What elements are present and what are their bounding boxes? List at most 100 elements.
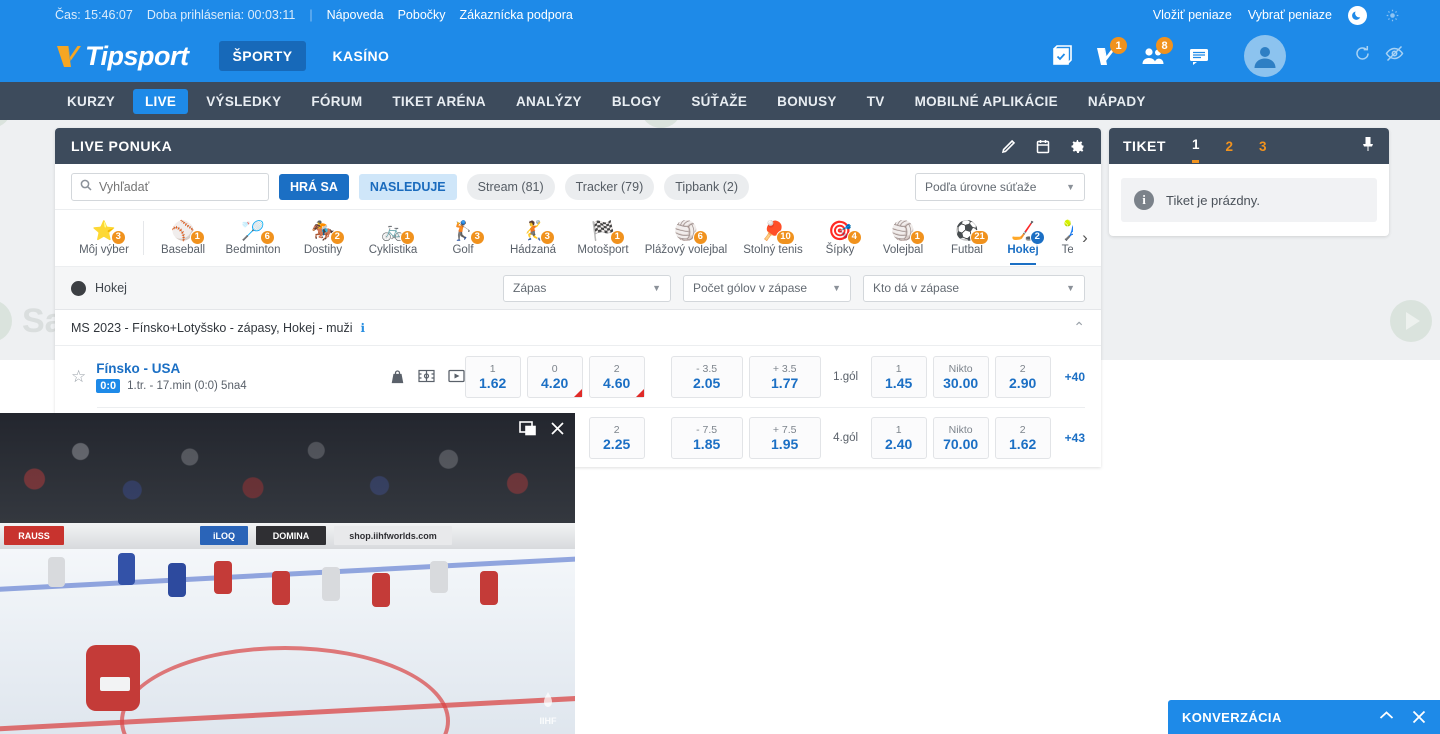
- eye-off-icon[interactable]: [1385, 45, 1404, 67]
- market-select-zapas[interactable]: Zápas ▼: [503, 274, 671, 302]
- help-link[interactable]: Nápoveda: [327, 8, 384, 22]
- badge-count: 8: [1156, 37, 1173, 54]
- odd-button[interactable]: 2 2.90: [994, 356, 1051, 398]
- nav-item-tv[interactable]: TV: [855, 89, 897, 114]
- sun-icon[interactable]: [1383, 6, 1402, 25]
- chat-icon[interactable]: [1186, 43, 1212, 69]
- sport-item-sipky[interactable]: 🎯 4 Šípky: [812, 221, 868, 256]
- odd-button[interactable]: 0 4.20: [526, 356, 583, 398]
- nav-item-blogy[interactable]: BLOGY: [600, 89, 674, 114]
- search-input[interactable]: [99, 179, 260, 194]
- odd-button[interactable]: 2 4.60: [588, 356, 645, 398]
- sport-item-dostihy[interactable]: 🏇 2 Dostihy: [288, 221, 358, 256]
- filter-chip-stream[interactable]: Stream (81): [466, 173, 555, 200]
- live-stream-player[interactable]: RAUSS iLOQ DOMINA shop.iihfworlds.com II…: [0, 413, 575, 734]
- support-link[interactable]: Zákaznícka podpora: [460, 8, 573, 22]
- odd-button[interactable]: Nikto 70.00: [932, 417, 989, 459]
- nav-item-kurzy[interactable]: KURZY: [55, 89, 127, 114]
- top-utility-bar: Čas: 15:46:07 Doba prihlásenia: 00:03:11…: [0, 0, 1440, 30]
- nav-item-sutaze[interactable]: SÚŤAŽE: [679, 89, 759, 114]
- sport-item-baseball[interactable]: ⚾ 1 Baseball: [148, 221, 218, 256]
- market-select-pocet-golov[interactable]: Počet gólov v zápase ▼: [683, 274, 851, 302]
- calendar-icon[interactable]: [1036, 139, 1050, 154]
- sport-item-moj-vyber[interactable]: ⭐ 3 Môj výber: [69, 221, 139, 256]
- ticket-tab-3[interactable]: 3: [1259, 139, 1267, 162]
- sport-item-golf[interactable]: 🏌 3 Golf: [428, 221, 498, 256]
- withdraw-link[interactable]: Vybrať peniaze: [1248, 8, 1332, 22]
- my-bets-v-icon[interactable]: 1: [1094, 37, 1127, 69]
- gear-icon[interactable]: [1070, 139, 1085, 154]
- odd-button[interactable]: 1 2.40: [870, 417, 927, 459]
- sport-item-bedminton[interactable]: 🏸 6 Bedminton: [218, 221, 288, 256]
- sport-item-plazovy-volejbal[interactable]: 🏐 6 Plážový volejbal: [638, 221, 734, 256]
- odd-value: 1.77: [771, 375, 799, 391]
- filter-chip-tracker[interactable]: Tracker (79): [564, 173, 655, 200]
- sport-item-volejbal[interactable]: 🏐 1 Volejbal: [868, 221, 938, 256]
- ticket-tab-1[interactable]: 1: [1191, 137, 1200, 163]
- filter-chip-nasleduje[interactable]: NASLEDUJE: [358, 173, 457, 200]
- refresh-icon[interactable]: [1354, 45, 1371, 67]
- odd-button[interactable]: 2 1.62: [994, 417, 1051, 459]
- ticket-title: TIKET: [1123, 138, 1166, 154]
- chat-widget[interactable]: KONVERZÁCIA: [1168, 700, 1440, 734]
- nav-item-vysledky[interactable]: VÝSLEDKY: [194, 89, 293, 114]
- odd-button[interactable]: 1 1.62: [464, 356, 521, 398]
- ice-surface: IIHF: [0, 549, 575, 734]
- close-icon[interactable]: [550, 421, 565, 436]
- close-icon[interactable]: [1412, 710, 1426, 724]
- avatar[interactable]: [1244, 35, 1286, 77]
- info-icon[interactable]: ℹ: [360, 321, 365, 335]
- logo[interactable]: Tipsport: [0, 41, 189, 72]
- header-icons: 1 8: [1048, 37, 1212, 69]
- chevron-up-icon[interactable]: ⌃: [1073, 319, 1085, 336]
- picture-in-picture-icon[interactable]: [519, 421, 536, 436]
- odd-button[interactable]: 1 1.45: [870, 356, 927, 398]
- search-box[interactable]: [71, 172, 269, 201]
- ticket-check-icon[interactable]: [1048, 43, 1074, 69]
- sports-next-arrow-icon[interactable]: ›: [1073, 210, 1097, 266]
- odd-button[interactable]: + 7.5 1.95: [748, 417, 821, 459]
- stream-icon[interactable]: [447, 369, 465, 385]
- nav-item-bonusy[interactable]: BONUSY: [765, 89, 849, 114]
- odd-button[interactable]: 2 2.25: [588, 417, 645, 459]
- deposit-link[interactable]: Vložiť peniaze: [1153, 8, 1232, 22]
- chevron-up-icon[interactable]: [1379, 710, 1394, 724]
- branches-link[interactable]: Pobočky: [398, 8, 446, 22]
- baseball-icon: ⚾ 1: [171, 221, 205, 245]
- nav-item-forum[interactable]: FÓRUM: [299, 89, 374, 114]
- sport-item-futbal[interactable]: ⚽ 21 Futbal: [938, 221, 996, 256]
- odd-button[interactable]: + 3.5 1.77: [748, 356, 821, 398]
- more-odds-link[interactable]: +43: [1065, 431, 1085, 445]
- sports-button[interactable]: ŠPORTY: [218, 41, 307, 71]
- match-divider: [97, 407, 1085, 408]
- nav-item-tiket-arena[interactable]: TIKET ARÉNA: [380, 89, 498, 114]
- sport-item-stolny-tenis[interactable]: 🏓 10 Stolný tenis: [734, 221, 812, 256]
- ticket-tab-2[interactable]: 2: [1225, 139, 1233, 162]
- match-teams[interactable]: Fínsko - USA: [96, 361, 367, 376]
- nav-item-mobilne-aplikacie[interactable]: MOBILNÉ APLIKÁCIE: [903, 89, 1070, 114]
- filter-chip-tipbank[interactable]: Tipbank (2): [664, 173, 750, 200]
- nav-item-napady[interactable]: NÁPADY: [1076, 89, 1158, 114]
- filter-chip-hra-sa[interactable]: HRÁ SA: [279, 173, 349, 200]
- tipbank-icon[interactable]: [390, 369, 405, 385]
- sport-item-motosport[interactable]: 🏁 1 Motošport: [568, 221, 638, 256]
- sport-item-cyklistika[interactable]: 🚲 1 Cyklistika: [358, 221, 428, 256]
- friends-icon[interactable]: 8: [1140, 37, 1173, 69]
- more-odds-link[interactable]: +40: [1065, 370, 1085, 384]
- odd-button[interactable]: - 3.5 2.05: [670, 356, 743, 398]
- odd-button[interactable]: - 7.5 1.85: [670, 417, 743, 459]
- sport-item-hokej[interactable]: 🏒 2 Hokej: [996, 221, 1050, 265]
- odd-key: 2: [613, 363, 620, 375]
- sort-select[interactable]: Podľa úrovne súťaže ▼: [915, 172, 1085, 201]
- market-select-kto-da[interactable]: Kto dá v zápase ▼: [863, 274, 1085, 302]
- star-outline-icon[interactable]: ☆: [71, 367, 96, 387]
- moon-icon[interactable]: [1348, 5, 1367, 25]
- odd-button[interactable]: Nikto 30.00: [932, 356, 989, 398]
- sport-item-hadzana[interactable]: 🤾 3 Hádzaná: [498, 221, 568, 256]
- casino-button[interactable]: KASÍNO: [332, 48, 389, 64]
- nav-item-live[interactable]: LIVE: [133, 88, 189, 114]
- pencil-icon[interactable]: [1001, 139, 1016, 154]
- pin-icon[interactable]: [1361, 136, 1375, 157]
- tracker-icon[interactable]: [418, 369, 435, 385]
- nav-item-analyzy[interactable]: ANALÝZY: [504, 89, 594, 114]
